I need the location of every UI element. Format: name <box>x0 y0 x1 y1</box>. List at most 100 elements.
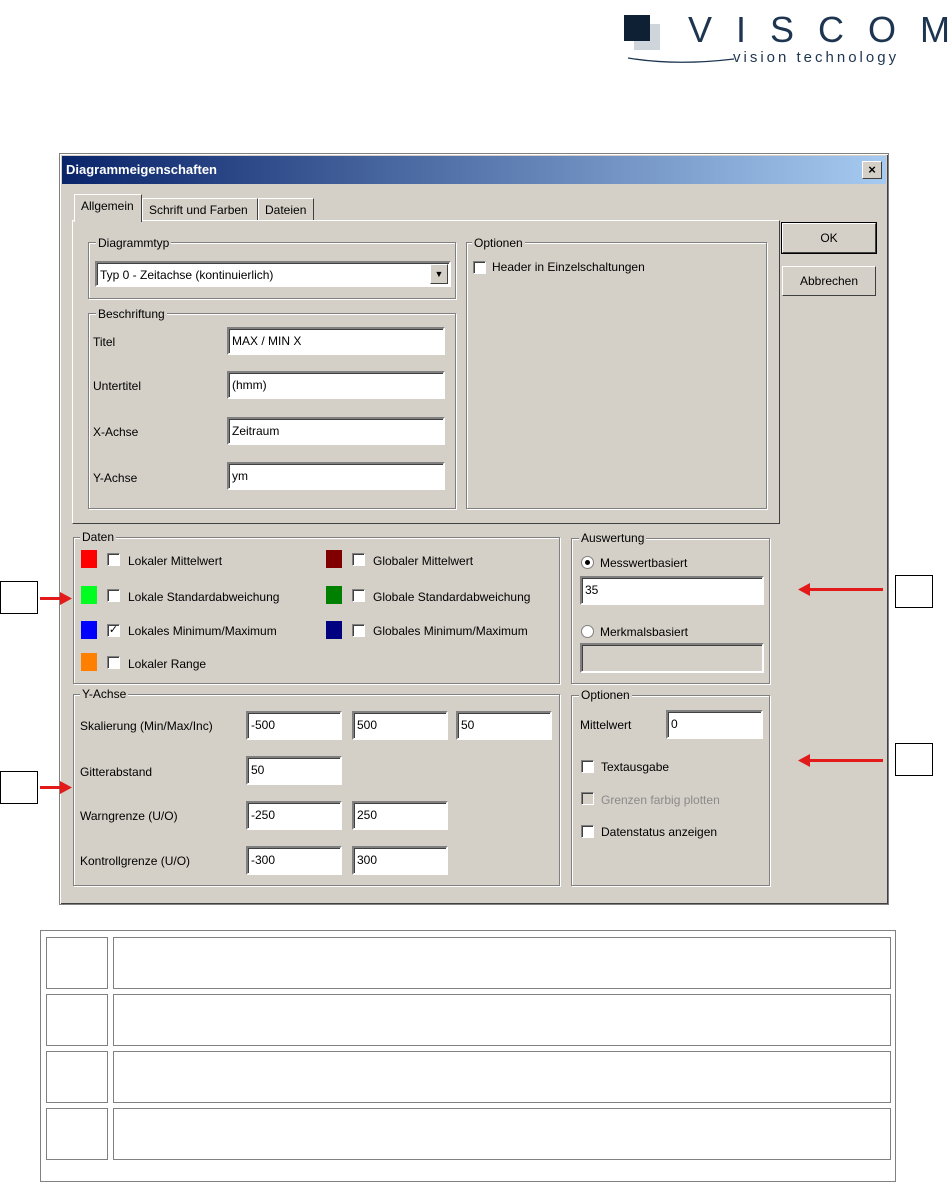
tab-allgemein[interactable]: Allgemein <box>74 194 142 222</box>
labeling-legend: Beschriftung <box>96 307 167 321</box>
arrow-left-1 <box>40 597 62 600</box>
chevron-down-icon[interactable]: ▼ <box>430 264 448 284</box>
global-stddev-checkbox[interactable] <box>352 589 365 602</box>
group-options-top <box>466 242 767 509</box>
diagramtype-value: Typ 0 - Zeitachse (kontinuierlich) <box>100 268 274 282</box>
diagramtype-select[interactable]: Typ 0 - Zeitachse (kontinuierlich) <box>95 261 451 287</box>
arrowhead-left-1 <box>60 592 72 605</box>
swatch-global-mean <box>326 550 342 568</box>
tab-schrift-und-farben[interactable]: Schrift und Farben <box>142 198 258 222</box>
local-stddev-checkbox[interactable] <box>107 589 120 602</box>
control-label: Kontrollgrenze (U/O) <box>80 854 191 868</box>
swatch-local-minmax <box>81 621 97 639</box>
diagramtype-legend: Diagrammtyp <box>96 236 172 250</box>
scaling-label: Skalierung (Min/Max/Inc) <box>80 719 213 733</box>
table-row-1-text <box>113 937 891 989</box>
feature-label: Merkmalsbasiert <box>600 625 689 639</box>
global-minmax-label: Globales Minimum/Maximum <box>373 624 528 638</box>
callout-box-right-2 <box>895 743 933 776</box>
measured-label: Messwertbasiert <box>600 556 688 570</box>
global-mean-checkbox[interactable] <box>352 553 365 566</box>
data-status-checkbox[interactable] <box>581 825 594 838</box>
local-range-checkbox[interactable] <box>107 656 120 669</box>
logo-swoosh <box>627 57 735 63</box>
swatch-local-stddev <box>81 586 97 604</box>
table-row-2-text <box>113 994 891 1046</box>
xaxis-label: X-Achse <box>93 425 139 439</box>
arrow-left-2 <box>40 786 62 789</box>
warning-label: Warngrenze (U/O) <box>80 809 178 823</box>
local-mean-checkbox[interactable] <box>107 553 120 566</box>
warning-lower-input[interactable]: -250 <box>246 801 342 830</box>
subtitle-input[interactable]: (hmm) <box>227 371 445 399</box>
dialog-window: Diagrammeigenschaften × Allgemein Schrif… <box>59 153 889 905</box>
tab-dateien-label: Dateien <box>265 203 307 217</box>
tab-panel-allgemein: Diagrammtyp Typ 0 - Zeitachse (kontinuie… <box>72 220 780 524</box>
table-row-3-text <box>113 1051 891 1103</box>
close-icon: × <box>868 162 876 177</box>
table-row-4-number <box>46 1108 108 1160</box>
cancel-button[interactable]: Abbrechen <box>782 266 876 296</box>
feature-radio[interactable] <box>581 625 594 638</box>
table-row-1-number <box>46 937 108 989</box>
data-status-label: Datenstatus anzeigen <box>601 825 718 839</box>
global-minmax-checkbox[interactable] <box>352 624 365 637</box>
mean-input[interactable]: 0 <box>666 710 763 739</box>
control-lower-input[interactable]: -300 <box>246 846 342 875</box>
measured-radio-dot <box>585 560 590 565</box>
dialog-titlebar[interactable]: Diagrammeigenschaften × <box>62 156 886 184</box>
global-mean-label: Globaler Mittelwert <box>373 554 474 568</box>
evaluation-legend: Auswertung <box>579 531 647 545</box>
swatch-local-range <box>81 653 97 671</box>
logo-square-front <box>624 15 650 41</box>
colored-limits-label: Grenzen farbig plotten <box>601 793 720 807</box>
close-button[interactable]: × <box>862 161 882 179</box>
text-output-checkbox[interactable] <box>581 760 594 773</box>
local-range-label: Lokaler Range <box>128 657 207 671</box>
tab-dateien[interactable]: Dateien <box>258 198 314 222</box>
yaxis-name-input[interactable]: ym <box>227 462 445 490</box>
yaxis-name-label: Y-Achse <box>93 471 138 485</box>
swatch-global-minmax <box>326 621 342 639</box>
ok-label: OK <box>820 231 838 245</box>
data-legend: Daten <box>80 530 117 544</box>
local-mean-label: Lokaler Mittelwert <box>128 554 223 568</box>
logo-name: VISCOM <box>688 9 951 50</box>
callout-box-right-1 <box>895 575 933 608</box>
measured-input[interactable]: 35 <box>580 576 764 605</box>
table-row-2-number <box>46 994 108 1046</box>
scaling-min-input[interactable]: -500 <box>246 711 342 740</box>
cancel-label: Abbrechen <box>799 274 859 288</box>
table-row-3-number <box>46 1051 108 1103</box>
table-row-4-text <box>113 1108 891 1160</box>
mean-label: Mittelwert <box>580 718 632 732</box>
title-input[interactable]: MAX / MIN X <box>227 327 445 355</box>
callout-box-left-1 <box>0 581 38 614</box>
control-upper-input[interactable]: 300 <box>352 846 448 875</box>
dialog-title: Diagrammeigenschaften <box>66 162 217 177</box>
swatch-global-stddev <box>326 586 342 604</box>
xaxis-input[interactable]: Zeitraum <box>227 417 445 445</box>
ok-button[interactable]: OK <box>781 222 877 254</box>
reference-table <box>40 930 896 1182</box>
scaling-inc-input[interactable]: 50 <box>456 711 552 740</box>
arrowhead-left-2 <box>60 781 72 794</box>
arrow-right-2 <box>808 759 883 762</box>
colored-limits-checkbox[interactable] <box>581 792 594 805</box>
text-output-label: Textausgabe <box>601 760 670 774</box>
global-stddev-label: Globale Standardabweichung <box>373 590 531 604</box>
title-label: Titel <box>93 335 116 349</box>
header-single-checkbox[interactable] <box>473 261 486 274</box>
feature-input[interactable] <box>580 643 764 673</box>
scaling-max-input[interactable]: 500 <box>352 711 448 740</box>
grid-input[interactable]: 50 <box>246 756 342 785</box>
local-minmax-checkbox[interactable]: ✓ <box>107 624 120 637</box>
yaxis-legend: Y-Achse <box>80 687 129 701</box>
tab-schrift-label: Schrift und Farben <box>149 203 248 217</box>
subtitle-label: Untertitel <box>93 379 142 393</box>
warning-upper-input[interactable]: 250 <box>352 801 448 830</box>
tab-allgemein-label: Allgemein <box>81 199 134 213</box>
options-bottom-legend: Optionen <box>579 688 632 702</box>
logo-tagline: vision technology <box>733 49 900 66</box>
measured-radio[interactable] <box>581 556 594 569</box>
